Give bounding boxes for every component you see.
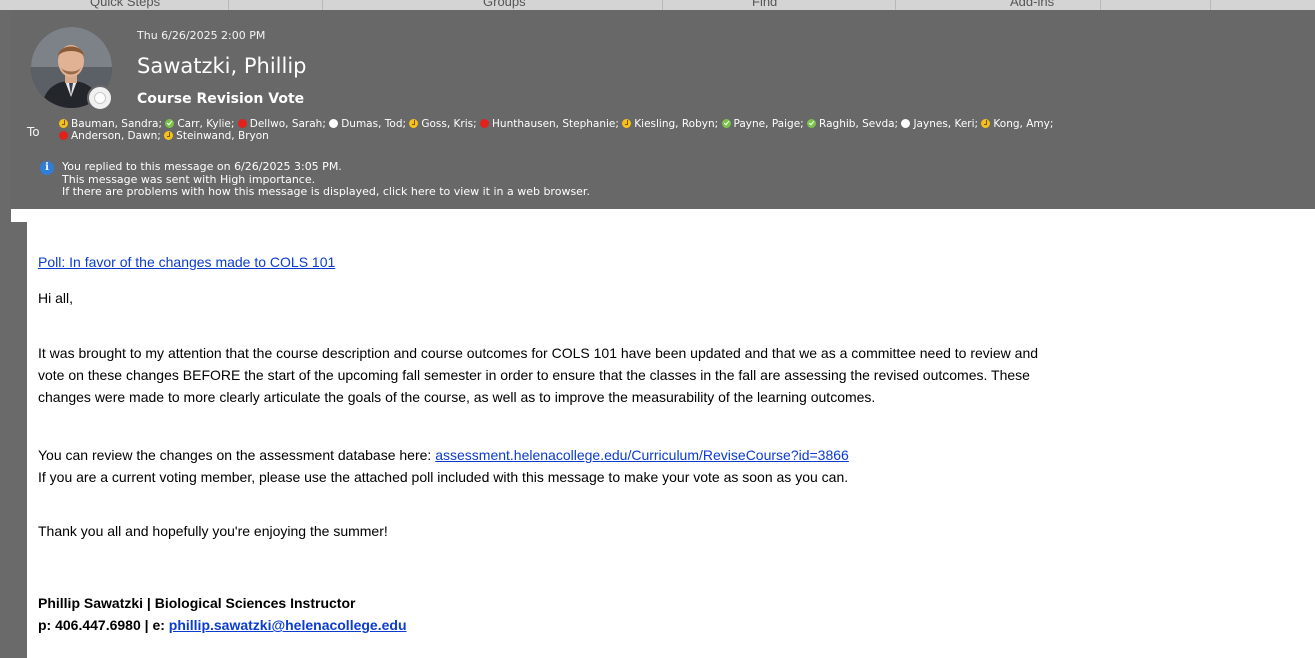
review-line: You can review the changes on the assess… bbox=[38, 445, 849, 467]
recipient[interactable]: Goss, Kris; bbox=[409, 118, 477, 130]
info-bar: You replied to this message on 6/26/2025… bbox=[62, 160, 590, 199]
info-icon: i bbox=[40, 161, 54, 175]
signature-phone: p: 406.447.6980 | e: bbox=[38, 617, 169, 633]
presence-away-icon bbox=[981, 119, 991, 128]
left-pane-edge bbox=[0, 10, 11, 658]
paragraph-line: It was brought to my attention that the … bbox=[38, 345, 1039, 361]
assessment-database-link[interactable]: assessment.helenacollege.edu/Curriculum/… bbox=[435, 447, 849, 463]
ribbon-strip: Quick Steps Groups Find Add-ins bbox=[0, 0, 1315, 10]
recipient[interactable]: Dellwo, Sarah; bbox=[237, 118, 326, 130]
presence-away-icon bbox=[164, 131, 174, 140]
presence-offline-icon bbox=[901, 119, 911, 128]
recipient[interactable]: Payne, Paige; bbox=[721, 118, 804, 130]
sent-date: Thu 6/26/2025 2:00 PM bbox=[137, 29, 266, 42]
presence-busy-icon bbox=[237, 119, 247, 128]
recipient[interactable]: Bauman, Sandra; bbox=[59, 118, 162, 130]
recipient-name: Steinwand, Bryon bbox=[176, 130, 269, 142]
paragraph-line: changes were made to more clearly articu… bbox=[38, 389, 876, 405]
replied-notice: You replied to this message on 6/26/2025… bbox=[62, 160, 342, 173]
recipient-list: Bauman, Sandra; Carr, Kylie; Dellwo, Sar… bbox=[59, 118, 1289, 142]
greeting: Hi all, bbox=[38, 290, 74, 306]
review-text: You can review the changes on the assess… bbox=[38, 447, 436, 463]
recipient-name: Kong, Amy; bbox=[993, 118, 1054, 130]
view-in-browser-link[interactable]: If there are problems with how this mess… bbox=[62, 185, 590, 199]
voting-instructions: If you are a current voting member, plea… bbox=[38, 469, 849, 485]
recipient[interactable]: Carr, Kylie; bbox=[165, 118, 234, 130]
ribbon-group-find[interactable]: Find bbox=[752, 0, 777, 9]
recipient[interactable]: Kiesling, Robyn; bbox=[622, 118, 718, 130]
recipient[interactable]: Steinwand, Bryon bbox=[164, 130, 269, 142]
presence-offline-icon bbox=[329, 119, 339, 128]
recipient-name: Bauman, Sandra; bbox=[71, 118, 162, 130]
recipient-name: Dumas, Tod; bbox=[341, 118, 407, 130]
presence-away-icon bbox=[59, 119, 68, 128]
recipient-name: Jaynes, Keri; bbox=[913, 118, 979, 130]
presence-away-icon bbox=[409, 119, 419, 128]
presence-busy-icon bbox=[59, 131, 68, 140]
message-header: Thu 6/26/2025 2:00 PM Sawatzki, Phillip … bbox=[11, 10, 1315, 209]
ribbon-group-add-ins[interactable]: Add-ins bbox=[1010, 0, 1054, 9]
ribbon-separator bbox=[662, 0, 663, 10]
recipient-name: Goss, Kris; bbox=[421, 118, 477, 130]
poll-link[interactable]: Poll: In favor of the changes made to CO… bbox=[38, 254, 335, 270]
recipient[interactable]: Anderson, Dawn; bbox=[59, 130, 161, 142]
sender-presence-icon bbox=[87, 85, 113, 111]
message-body: Poll: In favor of the changes made to CO… bbox=[11, 209, 1315, 658]
recipient[interactable]: Dumas, Tod; bbox=[329, 118, 406, 130]
presence-available-icon bbox=[807, 119, 817, 128]
presence-available-icon bbox=[721, 119, 731, 128]
recipient[interactable]: Hunthausen, Stephanie; bbox=[480, 118, 619, 130]
recipient-name: Anderson, Dawn; bbox=[71, 130, 161, 142]
signature-name-title: Phillip Sawatzki | Biological Sciences I… bbox=[38, 595, 356, 611]
ribbon-separator bbox=[322, 0, 323, 10]
signature-email-link[interactable]: phillip.sawatzki@helenacollege.edu bbox=[169, 617, 407, 633]
ribbon-separator bbox=[228, 0, 229, 10]
recipient-name: Kiesling, Robyn; bbox=[634, 118, 719, 130]
ribbon-separator bbox=[1210, 0, 1211, 10]
recipient-name: Payne, Paige; bbox=[733, 118, 804, 130]
sender-name[interactable]: Sawatzki, Phillip bbox=[137, 54, 307, 78]
presence-busy-icon bbox=[480, 119, 490, 128]
recipient-name: Raghib, Sevda; bbox=[819, 118, 899, 130]
presence-available-icon bbox=[165, 119, 175, 128]
recipient-name: Hunthausen, Stephanie; bbox=[492, 118, 619, 130]
message-subject: Course Revision Vote bbox=[137, 91, 305, 107]
ribbon-group-groups[interactable]: Groups bbox=[483, 0, 526, 9]
recipient[interactable]: Jaynes, Keri; bbox=[901, 118, 978, 130]
closing-thanks: Thank you all and hopefully you're enjoy… bbox=[38, 523, 388, 539]
recipient[interactable]: Kong, Amy; bbox=[981, 118, 1053, 130]
recipient-name: Carr, Kylie; bbox=[177, 118, 235, 130]
paragraph-line: vote on these changes BEFORE the start o… bbox=[38, 367, 1030, 383]
recipient[interactable]: Raghib, Sevda; bbox=[807, 118, 898, 130]
ribbon-separator bbox=[895, 0, 896, 10]
to-label: To bbox=[27, 125, 40, 139]
recipient-name: Dellwo, Sarah; bbox=[249, 118, 326, 130]
signature-contact: p: 406.447.6980 | e: phillip.sawatzki@he… bbox=[38, 615, 407, 637]
ribbon-group-quick-steps[interactable]: Quick Steps bbox=[90, 0, 160, 9]
presence-away-icon bbox=[622, 119, 632, 128]
ribbon-separator bbox=[1100, 0, 1101, 10]
